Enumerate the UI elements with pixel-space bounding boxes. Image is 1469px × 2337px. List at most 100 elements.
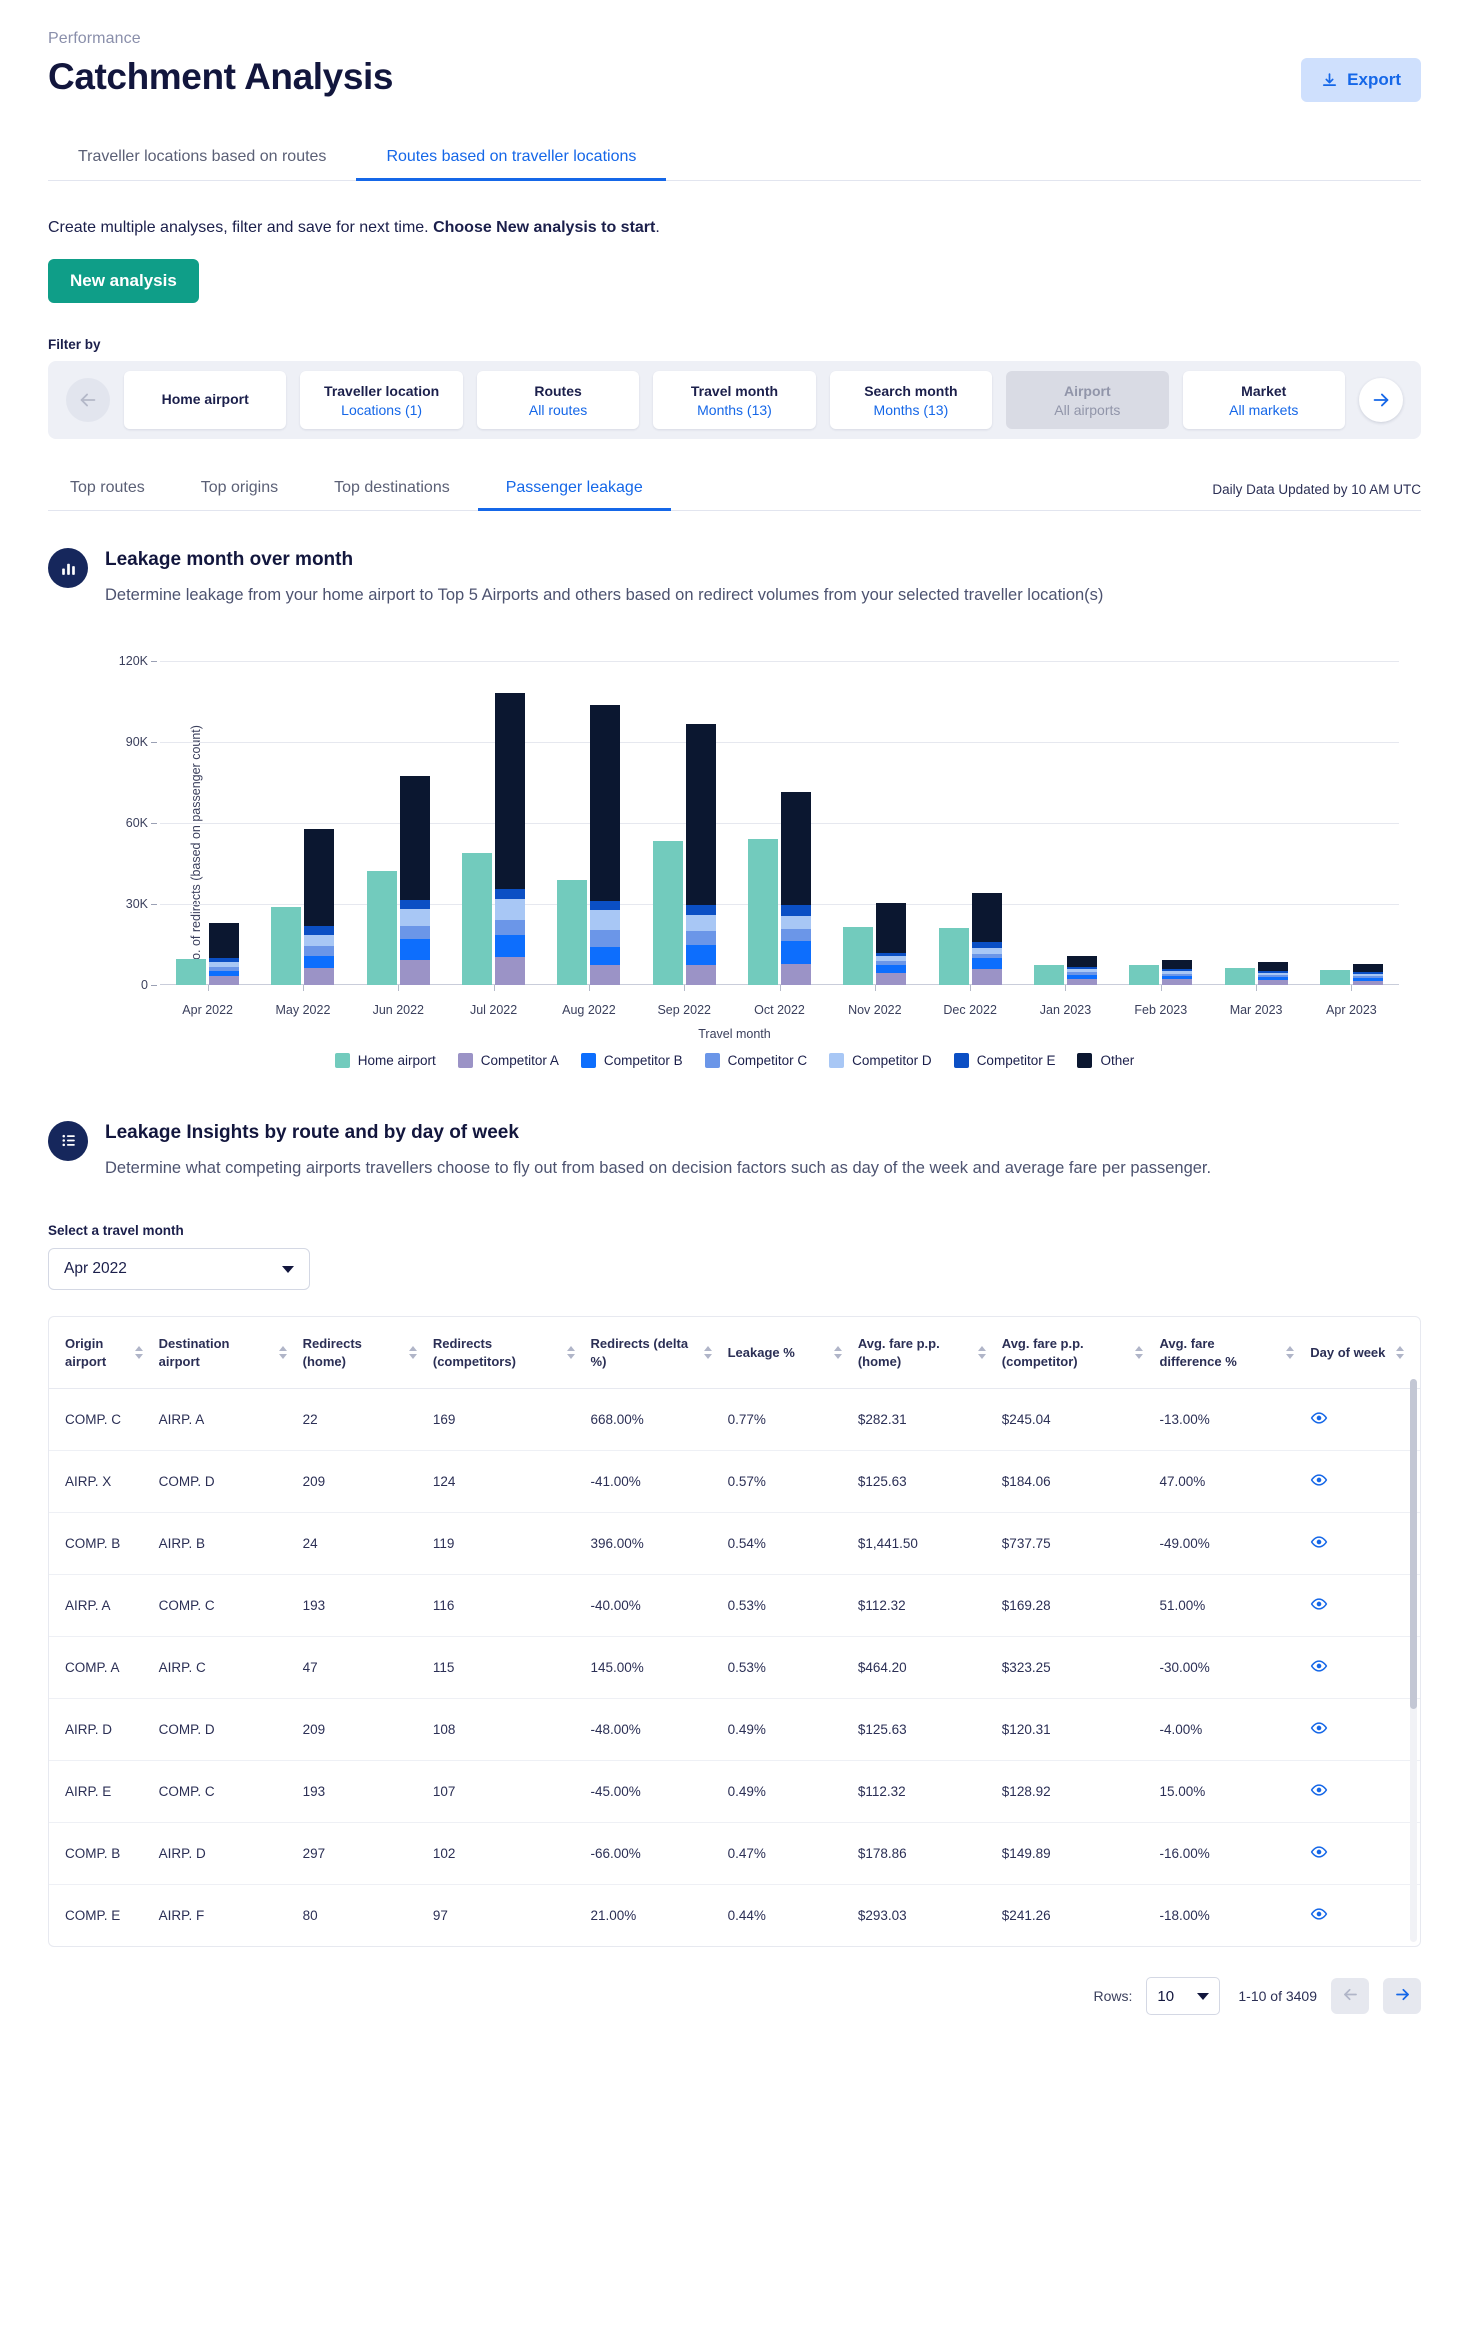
tab-routes-based-on-traveller-locations[interactable]: Routes based on traveller locations (356, 148, 667, 181)
chart-legend-item[interactable]: Competitor A (457, 1052, 559, 1068)
chart-bar-home[interactable] (1129, 965, 1160, 985)
table-sort-control[interactable] (134, 1346, 143, 1360)
cell-day-of-week[interactable] (1310, 1512, 1420, 1576)
table-row[interactable]: COMP. C AIRP. A 22 169 668.00% 0.77% $282.31 $2… (49, 1388, 1420, 1452)
sort-descending-icon[interactable] (1135, 1354, 1144, 1360)
table-sort-control[interactable] (977, 1346, 986, 1360)
table-column-header[interactable]: Avg. fare difference % (1159, 1317, 1311, 1390)
eye-icon[interactable] (1310, 1784, 1328, 1802)
filter-chip-routes[interactable]: Routes All routes (476, 371, 640, 429)
chart-bar-competitors[interactable] (590, 705, 621, 985)
eye-icon[interactable] (1310, 1722, 1328, 1740)
cell-day-of-week[interactable] (1310, 1636, 1420, 1700)
sort-ascending-icon[interactable] (1396, 1346, 1404, 1352)
sort-descending-icon[interactable] (134, 1354, 143, 1360)
filter-scroll-left-button[interactable] (66, 378, 110, 422)
rows-per-page-select[interactable]: 10 (1146, 1977, 1221, 2016)
cell-day-of-week[interactable] (1310, 1388, 1420, 1452)
eye-icon[interactable] (1310, 1598, 1328, 1616)
table-column-header[interactable]: Destination airport (158, 1317, 303, 1390)
sort-ascending-icon[interactable] (1135, 1346, 1144, 1352)
chart-bar-competitors[interactable] (876, 902, 907, 985)
table-sort-control[interactable] (833, 1346, 842, 1360)
table-column-header[interactable]: Redirects (home) (302, 1317, 433, 1390)
table-row[interactable]: AIRP. E COMP. C 193 107 -45.00% 0.49% $112.32 $… (49, 1760, 1420, 1824)
table-sort-control[interactable] (566, 1346, 575, 1360)
chart-legend-item[interactable]: Competitor D (829, 1052, 932, 1068)
table-column-header[interactable]: Redirects (delta %) (590, 1317, 728, 1390)
table-row[interactable]: COMP. B AIRP. B 24 119 396.00% 0.54% $1,441.50… (49, 1512, 1420, 1576)
cell-day-of-week[interactable] (1310, 1760, 1420, 1824)
chart-bar-competitors[interactable] (781, 791, 812, 985)
sort-descending-icon[interactable] (278, 1354, 287, 1360)
subtab-passenger-leakage[interactable]: Passenger leakage (477, 479, 671, 511)
eye-icon[interactable] (1310, 1474, 1328, 1492)
subtab-top-routes[interactable]: Top routes (48, 479, 173, 510)
table-column-header[interactable]: Redirects (competitors) (432, 1317, 591, 1390)
chart-bar-home[interactable] (938, 928, 969, 985)
chart-bar-competitors[interactable] (971, 892, 1002, 985)
eye-icon[interactable] (1310, 1660, 1328, 1678)
chart-bar-home[interactable] (652, 840, 683, 985)
chart-legend-item[interactable]: Competitor E (953, 1052, 1055, 1068)
subtab-top-origins[interactable]: Top origins (173, 479, 306, 510)
filter-scroll-right-button[interactable] (1359, 378, 1403, 422)
table-row[interactable]: AIRP. A COMP. C 193 116 -40.00% 0.53% $112.32 $… (49, 1574, 1420, 1638)
sort-ascending-icon[interactable] (1286, 1346, 1295, 1352)
cell-day-of-week[interactable] (1310, 1450, 1420, 1514)
chart-bar-home[interactable] (462, 852, 493, 985)
chart-bar-competitors[interactable] (209, 922, 240, 985)
table-sort-control[interactable] (1286, 1346, 1295, 1360)
table-scrollbar[interactable] (1410, 1379, 1417, 1943)
filter-chip-traveller-location[interactable]: Traveller location Locations (1) (300, 371, 463, 429)
cell-day-of-week[interactable] (1310, 1822, 1420, 1886)
new-analysis-button[interactable]: New analysis (48, 259, 199, 303)
sort-descending-icon[interactable] (977, 1354, 986, 1360)
chart-bar-competitors[interactable] (1162, 960, 1193, 985)
chart-bar-competitors[interactable] (304, 828, 335, 985)
chart-bar-competitors[interactable] (1352, 963, 1383, 985)
table-row[interactable]: COMP. B AIRP. D 297 102 -66.00% 0.47% $178.86 $… (49, 1822, 1420, 1886)
table-row[interactable]: COMP. A AIRP. C 47 115 145.00% 0.53% $464.20 $3… (49, 1636, 1420, 1700)
sort-descending-icon[interactable] (833, 1354, 842, 1360)
table-sort-control[interactable] (408, 1346, 417, 1360)
sort-ascending-icon[interactable] (134, 1346, 143, 1352)
chart-legend-item[interactable]: Competitor B (580, 1052, 683, 1068)
sort-ascending-icon[interactable] (703, 1346, 712, 1352)
filter-chip-search-month[interactable]: Search month Months (13) (829, 371, 993, 429)
table-column-header[interactable]: Leakage % (727, 1317, 858, 1390)
tab-traveller-locations-based-on-routes[interactable]: Traveller locations based on routes (48, 148, 356, 180)
sort-descending-icon[interactable] (566, 1354, 575, 1360)
table-row[interactable]: AIRP. D COMP. D 209 108 -48.00% 0.49% $125.63 $… (49, 1698, 1420, 1762)
chart-bar-competitors[interactable] (495, 693, 526, 985)
table-row[interactable]: AIRP. X COMP. D 209 124 -41.00% 0.57% $125.63 $… (49, 1450, 1420, 1514)
sort-descending-icon[interactable] (408, 1354, 417, 1360)
eye-icon[interactable] (1310, 1846, 1328, 1864)
pagination-prev-button[interactable] (1331, 1978, 1369, 2015)
chart-bar-home[interactable] (843, 927, 874, 985)
sort-ascending-icon[interactable] (408, 1346, 417, 1352)
cell-day-of-week[interactable] (1310, 1698, 1420, 1762)
chart-legend-item[interactable]: Home airport (334, 1052, 436, 1068)
sort-ascending-icon[interactable] (566, 1346, 575, 1352)
sort-descending-icon[interactable] (1396, 1354, 1404, 1360)
filter-chip-travel-month[interactable]: Travel month Months (13) (653, 371, 816, 429)
table-scrollbar-thumb[interactable] (1410, 1379, 1417, 1710)
chart-legend-item[interactable]: Competitor C (704, 1052, 807, 1068)
chart-bar-home[interactable] (176, 958, 207, 985)
sort-ascending-icon[interactable] (833, 1346, 842, 1352)
sort-ascending-icon[interactable] (278, 1346, 287, 1352)
chart-bar-home[interactable] (1033, 965, 1064, 985)
sort-descending-icon[interactable] (703, 1354, 712, 1360)
table-row[interactable]: COMP. E AIRP. F 80 97 21.00% 0.44% $293.03 $241… (49, 1885, 1420, 1946)
eye-icon[interactable] (1310, 1536, 1328, 1554)
sort-descending-icon[interactable] (1286, 1354, 1295, 1360)
chart-bar-competitors[interactable] (399, 776, 430, 985)
table-sort-control[interactable] (1396, 1346, 1404, 1360)
table-column-header[interactable]: Origin airport (49, 1317, 159, 1390)
travel-month-select[interactable]: Apr 2022 (48, 1248, 310, 1291)
chart-bar-competitors[interactable] (1066, 956, 1097, 985)
cell-day-of-week[interactable] (1310, 1885, 1420, 1946)
export-button[interactable]: Export (1301, 58, 1421, 102)
chart-bar-home[interactable] (271, 906, 302, 985)
